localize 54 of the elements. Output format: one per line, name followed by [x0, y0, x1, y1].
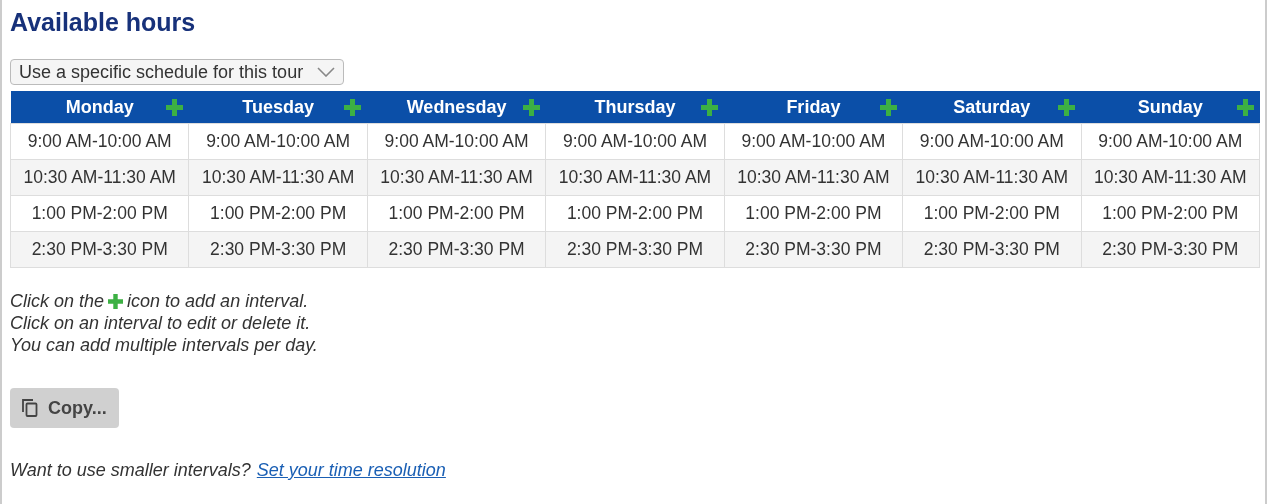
interval-cell[interactable]: 9:00 AM-10:00 AM [10, 123, 189, 160]
footer-text: Want to use smaller intervals? [10, 460, 251, 481]
interval-cell[interactable]: 9:00 AM-10:00 AM [902, 123, 1082, 160]
copy-button[interactable]: Copy... [10, 388, 119, 428]
interval-cell[interactable]: 1:00 PM-2:00 PM [188, 195, 368, 232]
instruction-text: icon to add an interval. [127, 290, 309, 312]
interval-cell[interactable]: 2:30 PM-3:30 PM [902, 231, 1082, 268]
interval-cell[interactable]: 10:30 AM-11:30 AM [724, 159, 903, 196]
interval-cell[interactable]: 2:30 PM-3:30 PM [724, 231, 903, 268]
interval-cell[interactable]: 2:30 PM-3:30 PM [10, 231, 189, 268]
interval-cell[interactable]: 2:30 PM-3:30 PM [545, 231, 725, 268]
interval-cell[interactable]: 2:30 PM-3:30 PM [188, 231, 368, 268]
copy-icon [22, 399, 38, 417]
day-header: Sunday [1081, 91, 1260, 124]
day-header: Wednesday [367, 91, 546, 124]
interval-cell[interactable]: 9:00 AM-10:00 AM [367, 123, 546, 160]
interval-cell[interactable]: 10:30 AM-11:30 AM [545, 159, 725, 196]
interval-cell[interactable]: 10:30 AM-11:30 AM [367, 159, 546, 196]
day-header: Thursday [545, 91, 725, 124]
day-header: Saturday [902, 91, 1082, 124]
day-header: Friday [724, 91, 903, 124]
interval-cell[interactable]: 1:00 PM-2:00 PM [10, 195, 189, 232]
page-title: Available hours [10, 7, 197, 38]
instruction-text: Click on an interval to edit or delete it. [10, 312, 312, 334]
add-interval-icon[interactable] [701, 98, 719, 116]
interval-cell[interactable]: 10:30 AM-11:30 AM [188, 159, 368, 196]
interval-cell[interactable]: 10:30 AM-11:30 AM [902, 159, 1082, 196]
add-interval-icon[interactable] [344, 98, 362, 116]
interval-cell[interactable]: 9:00 AM-10:00 AM [1081, 123, 1260, 160]
add-interval-icon[interactable] [879, 98, 897, 116]
interval-cell[interactable]: 1:00 PM-2:00 PM [902, 195, 1082, 232]
interval-cell[interactable]: 1:00 PM-2:00 PM [367, 195, 546, 232]
interval-cell[interactable]: 9:00 AM-10:00 AM [724, 123, 903, 160]
instruction-text: Click on the [10, 290, 105, 312]
interval-cell[interactable]: 2:30 PM-3:30 PM [1081, 231, 1260, 268]
instruction-text: You can add multiple intervals per day. [10, 334, 319, 356]
interval-cell[interactable]: 10:30 AM-11:30 AM [1081, 159, 1260, 196]
interval-cell[interactable]: 10:30 AM-11:30 AM [10, 159, 189, 196]
interval-cell[interactable]: 1:00 PM-2:00 PM [545, 195, 725, 232]
add-interval-icon[interactable] [1236, 98, 1254, 116]
chevron-down-icon [317, 67, 336, 77]
plus-icon [108, 293, 124, 309]
interval-cell[interactable]: 2:30 PM-3:30 PM [367, 231, 546, 268]
add-interval-icon[interactable] [522, 98, 540, 116]
add-interval-icon[interactable] [1058, 98, 1076, 116]
interval-cell[interactable]: 9:00 AM-10:00 AM [188, 123, 368, 160]
schedule-dropdown[interactable]: Use a specific schedule for this tour [10, 59, 345, 85]
day-header: Tuesday [188, 91, 368, 124]
interval-cell[interactable]: 9:00 AM-10:00 AM [545, 123, 725, 160]
day-header: Monday [10, 91, 189, 124]
interval-cell[interactable]: 1:00 PM-2:00 PM [1081, 195, 1260, 232]
interval-cell[interactable]: 1:00 PM-2:00 PM [724, 195, 903, 232]
add-interval-icon[interactable] [165, 98, 183, 116]
time-resolution-link[interactable]: Set your time resolution [256, 460, 446, 481]
